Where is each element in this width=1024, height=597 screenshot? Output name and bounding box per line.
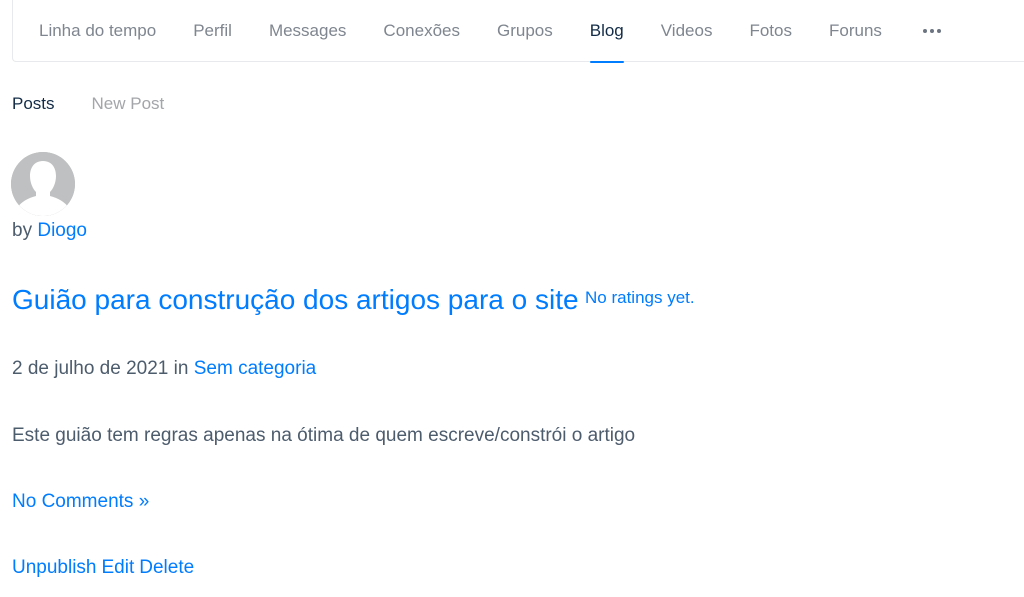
nav-item-messages[interactable]: Messages (269, 0, 346, 62)
edit-link[interactable]: Edit (102, 557, 135, 579)
blog-subnav: Posts New Post (12, 94, 164, 114)
nav-item-grupos[interactable]: Grupos (497, 0, 553, 62)
profile-nav: Linha do tempo Perfil Messages Conexões … (12, 0, 1024, 63)
nav-item-blog[interactable]: Blog (589, 0, 624, 63)
default-avatar-icon[interactable] (11, 152, 75, 216)
category-link[interactable]: Sem categoria (194, 358, 317, 379)
post-date: 2 de julho de 2021 (12, 358, 169, 379)
nav-item-fotos[interactable]: Fotos (749, 0, 792, 62)
delete-link[interactable]: Delete (139, 557, 194, 579)
dot (929, 29, 934, 33)
nav-item-foruns[interactable]: Foruns (829, 0, 882, 62)
nav-item-linha-do-tempo[interactable]: Linha do tempo (39, 0, 156, 62)
post-title-row: Guião para construção dos artigos para o… (12, 284, 695, 316)
author-link[interactable]: Diogo (37, 220, 87, 241)
post-excerpt: Este guião tem regras apenas na ótima de… (12, 425, 636, 446)
unpublish-link[interactable]: Unpublish (12, 557, 97, 579)
subnav-new-post[interactable]: New Post (92, 94, 165, 114)
ellipsis-icon[interactable] (922, 0, 941, 62)
post-byline: by Diogo (12, 220, 87, 242)
profile-nav-list: Linha do tempo Perfil Messages Conexões … (13, 0, 1024, 63)
comments-link[interactable]: No Comments » (12, 491, 149, 512)
rating-text: No ratings yet. (585, 288, 695, 307)
post-actions: Unpublish Edit Delete (12, 557, 194, 579)
subnav-posts[interactable]: Posts (12, 94, 55, 114)
in-word: in (173, 358, 189, 379)
nav-item-videos[interactable]: Videos (661, 0, 713, 62)
nav-item-perfil[interactable]: Perfil (193, 0, 232, 62)
dot (922, 29, 927, 33)
post-meta: 2 de julho de 2021 in Sem categoria (12, 358, 316, 380)
comments-area: No Comments » (12, 491, 149, 513)
dot (936, 29, 941, 33)
by-prefix: by (12, 220, 33, 241)
post-title-link[interactable]: Guião para construção dos artigos para o… (12, 284, 579, 315)
nav-item-conexoes[interactable]: Conexões (383, 0, 460, 62)
